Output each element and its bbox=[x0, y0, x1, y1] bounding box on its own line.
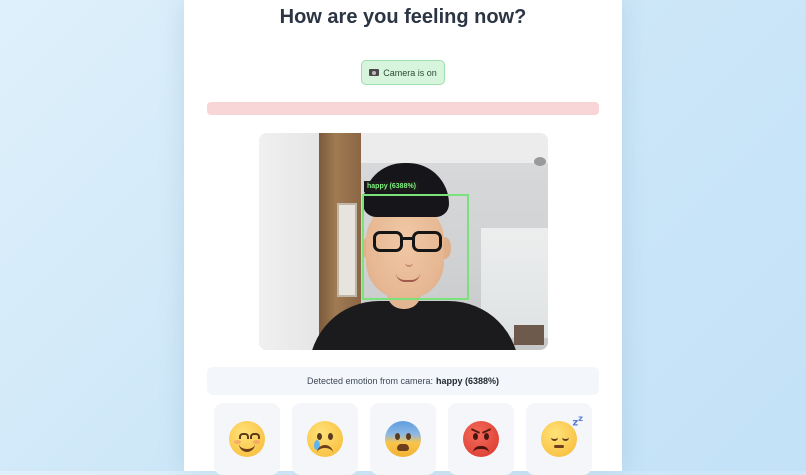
camera-video-feed: happy (6388%) bbox=[259, 133, 548, 350]
face-detection-box bbox=[362, 194, 469, 300]
detected-emotion-panel: Detected emotion from camera: happy (638… bbox=[207, 367, 599, 395]
camera-status-label: Camera is on bbox=[383, 67, 437, 78]
angry-face-emoji-icon bbox=[463, 421, 499, 457]
page-title: How are you feeling now? bbox=[279, 6, 527, 28]
detected-emotion-prefix: Detected emotion from camera: bbox=[306, 376, 434, 386]
emotion-button-fearful[interactable] bbox=[370, 403, 436, 475]
sleeping-face-emoji-icon: zz bbox=[541, 413, 583, 457]
video-camera-icon bbox=[369, 69, 380, 76]
emotion-button-sad[interactable] bbox=[292, 403, 358, 475]
anxious-sweat-face-emoji-icon bbox=[385, 421, 421, 457]
emotion-button-happy[interactable] bbox=[214, 403, 280, 475]
emotion-options: zz bbox=[214, 403, 592, 475]
crying-face-emoji-icon bbox=[307, 421, 343, 457]
main-card: How are you feeling now? Camera is on ha… bbox=[184, 0, 622, 475]
emotion-button-angry[interactable] bbox=[448, 403, 514, 475]
emotion-button-sleepy[interactable]: zz bbox=[526, 403, 592, 475]
smiling-face-emoji-icon bbox=[229, 421, 265, 457]
error-banner bbox=[207, 102, 599, 115]
detected-emotion-value: happy (6388%) bbox=[436, 376, 500, 386]
camera-status-badge[interactable]: Camera is on bbox=[361, 60, 445, 85]
detection-label: happy (6388%) bbox=[364, 181, 420, 192]
